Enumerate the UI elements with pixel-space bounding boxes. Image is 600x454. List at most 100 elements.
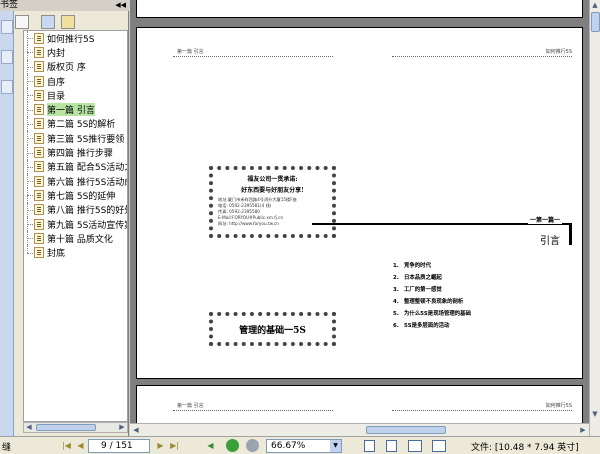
- chapter-label: 一第一篇一: [527, 215, 562, 224]
- continuous-facing-view-icon[interactable]: [432, 440, 446, 452]
- bookmarks-horizontal-scrollbar[interactable]: ◀ ▶: [23, 422, 128, 433]
- scroll-up-icon[interactable]: ▲: [590, 1, 600, 10]
- scroll-left-icon[interactable]: ◀: [131, 426, 141, 435]
- new-bookmark-icon[interactable]: [15, 15, 29, 29]
- collapse-panel-icon[interactable]: ◀◀: [115, 0, 126, 11]
- tree-branch: [27, 81, 33, 83]
- delete-bookmark-icon[interactable]: [41, 15, 55, 29]
- scroll-right-icon[interactable]: ▶: [117, 423, 127, 432]
- bookmarks-panel-header: 书签 ◀◀: [0, 0, 129, 11]
- toc-text: 为什么5S是现场管理的基础: [404, 311, 471, 317]
- toc-entry: 2. 日本品质之崛起: [393, 272, 471, 284]
- bookmark-label: 内封: [47, 48, 66, 59]
- bookmark-page-icon: [34, 161, 44, 173]
- bookmark-item[interactable]: 第六篇 推行5S活动成: [24, 173, 128, 189]
- bookmark-item[interactable]: 第七篇 5S的延伸: [24, 188, 127, 203]
- bookmark-page-icon: [34, 204, 44, 216]
- bookmark-item[interactable]: 内封: [24, 45, 127, 60]
- bookmark-item[interactable]: 第五篇 配合5S活动之: [24, 159, 127, 174]
- document-vertical-scrollbar[interactable]: ▲ ▼: [589, 0, 600, 436]
- toc-entry: 3. 工厂的第一感觉: [393, 284, 471, 296]
- tree-branch: [27, 66, 33, 68]
- first-page-icon[interactable]: |◀: [60, 439, 73, 452]
- toc-number: 1.: [393, 263, 399, 269]
- next-page-icon[interactable]: ▶: [154, 439, 167, 452]
- bookmarks-panel: 书签 ◀◀ 如何推行5S 内封版权页 序自序 目录 第一篇 引言第二篇 5S的解析 第三…: [0, 0, 129, 436]
- previous-page: [136, 0, 583, 18]
- page-number-field[interactable]: 9 / 151: [88, 439, 150, 453]
- right-header-rule: [392, 56, 572, 57]
- bookmark-item[interactable]: 目录: [24, 88, 127, 103]
- next-right-header-rule: [392, 410, 572, 411]
- layers-tab[interactable]: [1, 80, 13, 94]
- tree-branch: [27, 52, 33, 54]
- toc-text: 日本品质之崛起: [404, 275, 442, 281]
- tree-branch: [27, 209, 33, 211]
- tree-branch: [27, 224, 33, 225]
- chapter-toc: 1. 竞争的时代 2. 日本品质之崛起 3. 工厂的第一感觉 4. 整理整顿不良现象的剖析 5.…: [393, 260, 471, 332]
- toc-text: 5S是多层面的活动: [404, 323, 450, 329]
- status-bar: 缝 |◀ ◀ 9 / 151 ▶ ▶| ◀ 66.67% ▼ 文件: [10.4…: [0, 436, 600, 454]
- zoom-in-icon[interactable]: [226, 439, 239, 452]
- tree-branch: [27, 166, 33, 168]
- bookmark-label: 版权页 序: [47, 63, 86, 74]
- chevron-down-icon[interactable]: ▼: [330, 440, 341, 452]
- previous-view-icon[interactable]: ◀: [204, 439, 217, 452]
- bookmark-page-icon: [34, 46, 44, 58]
- zoom-out-icon[interactable]: [246, 439, 259, 452]
- bookmark-item[interactable]: 第十篇 品质文化: [24, 231, 127, 246]
- bookmark-item[interactable]: 第四篇 推行步骤: [24, 145, 127, 160]
- scroll-down-icon[interactable]: ▼: [590, 410, 600, 419]
- zoom-value: 66.67%: [271, 441, 306, 451]
- scrollbar-thumb[interactable]: [591, 12, 600, 32]
- bookmark-item[interactable]: 第九篇 5S活动宣传案: [24, 216, 127, 232]
- scrollbar-thumb[interactable]: [366, 426, 446, 434]
- bookmark-item[interactable]: 第八篇 推行5S的好处: [24, 202, 128, 217]
- bookmark-label: 第二篇 5S的解析: [47, 120, 116, 131]
- chapter-rule: [312, 223, 572, 245]
- tree-branch: [27, 95, 33, 97]
- last-page-icon[interactable]: ▶|: [168, 439, 181, 452]
- toc-number: 2.: [393, 275, 399, 281]
- tree-branch: [27, 252, 33, 254]
- bookmark-page-icon: [34, 61, 44, 73]
- tree-branch: [27, 152, 33, 154]
- bookmark-item[interactable]: 如何推行5S: [24, 31, 127, 46]
- bookmark-item[interactable]: 自序: [24, 73, 127, 89]
- document-horizontal-scrollbar[interactable]: ◀ ▶: [130, 423, 589, 436]
- facing-view-icon[interactable]: [408, 440, 422, 452]
- bookmark-page-icon: [34, 104, 44, 116]
- scroll-left-icon[interactable]: ◀: [24, 423, 34, 432]
- bookmark-label: 第八篇 推行5S的好处: [47, 206, 128, 217]
- toc-entry: 1. 竞争的时代: [393, 260, 471, 272]
- bookmark-item[interactable]: 第一篇 引言: [24, 102, 127, 117]
- tree-branch: [27, 195, 33, 197]
- main-title: 管理的基础一5S: [239, 325, 306, 336]
- bookmark-item[interactable]: 第二篇 5S的解析: [24, 116, 127, 132]
- toc-entry: 5. 为什么5S是现场管理的基础: [393, 308, 471, 320]
- bookmark-label: 第六篇 推行5S活动成: [47, 177, 128, 188]
- continuous-view-icon[interactable]: [386, 440, 397, 452]
- bookmark-label: 第七篇 5S的延伸: [47, 191, 116, 202]
- right-running-header: 如何推行5S: [545, 49, 572, 55]
- bookmark-item[interactable]: 版权页 序: [24, 59, 127, 74]
- previous-page-icon[interactable]: ◀: [74, 439, 87, 452]
- scrollbar-thumb[interactable]: [36, 424, 96, 431]
- bookmark-properties-icon[interactable]: [61, 15, 75, 29]
- single-page-view-icon[interactable]: [364, 440, 375, 452]
- bookmark-page-icon: [34, 118, 44, 130]
- zoom-field[interactable]: 66.67% ▼: [266, 439, 342, 453]
- next-right-running-header: 如何推行5S: [545, 403, 572, 409]
- main-title-box: 管理的基础一5S: [209, 312, 336, 346]
- bookmark-page-icon: [34, 247, 44, 259]
- tree-branch: [27, 138, 33, 140]
- bookmark-page-icon: [34, 32, 44, 44]
- toc-number: 3.: [393, 287, 399, 293]
- bookmark-page-icon: [34, 189, 44, 201]
- thumbnails-tab[interactable]: [1, 50, 13, 64]
- current-page-spread: 第一篇 引言 如何推行5S 福友公司一贯承诺: 好东西要与好朋友分享! 地址:厦…: [136, 27, 583, 379]
- scroll-right-icon[interactable]: ▶: [578, 426, 588, 435]
- bookmarks-tab[interactable]: [1, 20, 13, 34]
- bookmark-item[interactable]: 第三篇 5S推行要领: [24, 131, 127, 146]
- bookmark-item[interactable]: 封底: [24, 245, 127, 259]
